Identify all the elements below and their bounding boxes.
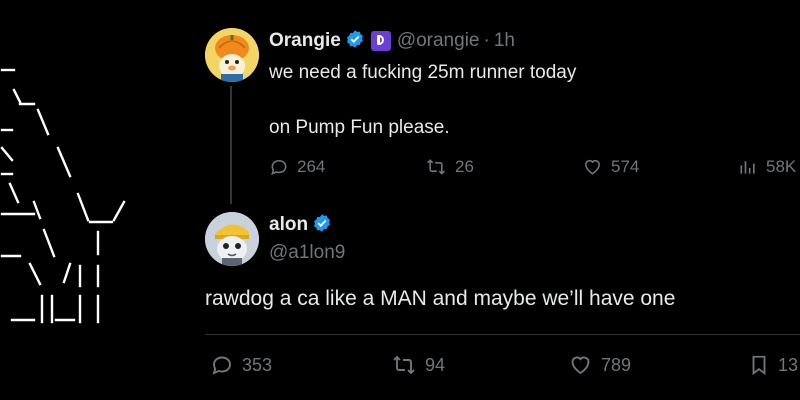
tweet1-handle[interactable]: @orangie xyxy=(397,30,480,52)
tweet2-text: rawdog a ca like a MAN and maybe we’ll h… xyxy=(205,287,676,310)
tweet2-retweet-count: 94 xyxy=(425,354,446,375)
tweet2-reply-button[interactable]: 353 xyxy=(210,353,272,377)
separator-dot: · xyxy=(483,30,490,51)
tweet1-views-button[interactable]: 58K xyxy=(738,157,796,177)
tweet2-like-count: 789 xyxy=(601,354,632,375)
thread-connector-line xyxy=(230,86,232,204)
tweet2-retweet-button[interactable]: 94 xyxy=(391,353,445,377)
tweet2-like-button[interactable]: 789 xyxy=(568,353,631,377)
tweet2-display-name[interactable]: alon xyxy=(269,214,308,236)
tweet1-retweet-count: 26 xyxy=(455,157,474,176)
verified-icon[interactable] xyxy=(345,29,365,54)
tweet1-display-name[interactable]: Orangie xyxy=(269,30,341,52)
retweet-icon xyxy=(427,159,445,175)
tweet2-handle-row: @a1lon9 xyxy=(269,240,345,266)
tweet2-header: alon xyxy=(269,212,332,238)
tweet2-reply-count: 353 xyxy=(242,354,273,375)
divider xyxy=(205,334,800,335)
retweet-icon xyxy=(393,355,415,375)
tweet2-handle[interactable]: @a1lon9 xyxy=(269,242,345,264)
views-chart-icon xyxy=(740,161,755,174)
tweet2-bookmark-count: 13 xyxy=(778,354,799,375)
tweet1-like-count: 574 xyxy=(611,157,640,176)
heart-icon xyxy=(571,356,590,375)
reply-icon xyxy=(271,159,287,176)
tweet1-retweet-button[interactable]: 26 xyxy=(425,157,474,177)
pumpkin-hat-avatar[interactable] xyxy=(205,28,259,82)
bookmark-icon xyxy=(752,355,766,376)
tweet1-reply-count: 264 xyxy=(297,157,326,176)
tweet2-bookmark-button[interactable]: 13 xyxy=(748,353,798,377)
cat-hat-avatar[interactable] xyxy=(205,212,259,266)
tweet1-like-button[interactable]: 574 xyxy=(582,157,639,177)
tweet1-view-count: 58K xyxy=(766,157,797,176)
verified-icon[interactable] xyxy=(312,213,332,238)
tweet1-header: Orangie @orangie · 1h xyxy=(269,28,515,54)
tweet1-timestamp[interactable]: 1h xyxy=(494,30,515,52)
ascii-art-decoration xyxy=(0,68,126,324)
tweet1-text-line2: on Pump Fun please. xyxy=(269,117,450,138)
tweet1-text-line1: we need a fucking 25m runner today xyxy=(269,62,577,83)
tweet1-reply-button[interactable]: 264 xyxy=(269,157,325,177)
pump-fun-icon[interactable] xyxy=(370,31,391,51)
heart-icon xyxy=(585,159,600,175)
reply-icon xyxy=(212,356,231,375)
